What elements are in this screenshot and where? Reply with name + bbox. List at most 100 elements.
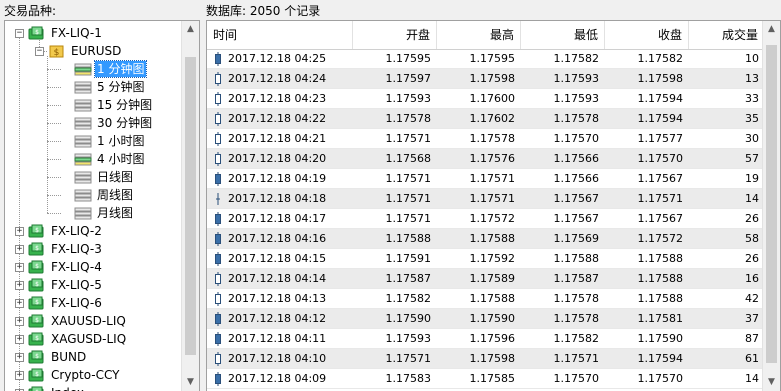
tree-item[interactable]: 周线图	[61, 186, 135, 204]
table-row[interactable]: 2017.12.18 04:19 1.17571 1.17571 1.17566 1.1…	[207, 169, 765, 189]
expand-icon[interactable]: +	[15, 244, 24, 254]
expand-icon[interactable]: +	[15, 352, 24, 362]
expand-icon[interactable]: +	[15, 298, 24, 308]
tree-item-label: XAGUSD-LIQ	[51, 332, 127, 346]
table-row[interactable]: 2017.12.18 04:15 1.17591 1.17592 1.17588 1.1…	[207, 249, 765, 269]
open-cell: 1.17593	[385, 332, 432, 345]
time-value: 2017.12.18 04:20	[228, 151, 327, 165]
table-row[interactable]: 2017.12.18 04:10 1.17571 1.17598 1.17571 1.1…	[207, 349, 765, 369]
tree-item[interactable]: + $ FX-LIQ-4	[15, 258, 104, 276]
tree-item[interactable]: 15 分钟图	[61, 96, 154, 114]
table-row[interactable]: 2017.12.18 04:13 1.17582 1.17588 1.17578 1.1…	[207, 289, 765, 309]
column-header[interactable]: 最低	[521, 21, 605, 49]
tree-item[interactable]: − $ FX-LIQ-1	[15, 24, 104, 42]
collapse-icon[interactable]: −	[15, 28, 24, 38]
high-cell: 1.17571	[469, 192, 516, 205]
tree-item-label: Crypto-CCY	[51, 368, 120, 382]
column-header[interactable]: 成交量	[689, 21, 765, 49]
column-header[interactable]: 最高	[437, 21, 521, 49]
quotes-table: 时间 开盘 最高 最低 收盘 成交量 2017.12.18 04:25 1.17595 1.1…	[206, 20, 781, 391]
tree-item[interactable]: + $ XAUUSD-LIQ	[15, 312, 128, 330]
tree-item[interactable]: 1 小时图	[61, 132, 146, 150]
table-row[interactable]: 2017.12.18 04:22 1.17578 1.17602 1.17578 1.1…	[207, 109, 765, 129]
tree-connector-hline	[47, 195, 61, 196]
tree-connector-hline	[47, 141, 61, 142]
column-header[interactable]: 时间	[207, 21, 353, 49]
tree-item[interactable]: +$Index	[15, 384, 86, 391]
tree-item[interactable]: + $ FX-LIQ-3	[15, 240, 104, 258]
table-row[interactable]: 2017.12.18 04:18 1.17571 1.17571 1.17567 1.1…	[207, 189, 765, 209]
open-cell: 1.17571	[385, 132, 432, 145]
tree-item[interactable]: 30 分钟图	[61, 114, 154, 132]
expand-icon[interactable]: +	[15, 316, 24, 326]
scroll-up-arrow-icon[interactable]: ▲	[182, 21, 199, 38]
tree-item-label: 月线图	[97, 206, 134, 220]
high-cell: 1.17578	[469, 132, 516, 145]
table-row[interactable]: 2017.12.18 04:17 1.17571 1.17572 1.17567 1.1…	[207, 209, 765, 229]
tree-item[interactable]: 月线图	[61, 204, 135, 222]
table-row[interactable]: 2017.12.18 04:24 1.17597 1.17598 1.17593 1.1…	[207, 69, 765, 89]
tree-item[interactable]: 1 分钟图	[61, 60, 148, 78]
table-row[interactable]: 2017.12.18 04:12 1.17590 1.17590 1.17578 1.1…	[207, 309, 765, 329]
time-cell: 2017.12.18 04:10	[207, 349, 353, 368]
tree-item[interactable]: + $ XAGUSD-LIQ	[15, 330, 128, 348]
expand-icon[interactable]: +	[15, 262, 24, 272]
table-row[interactable]: 2017.12.18 04:09 1.17583 1.17585 1.17570 1.1…	[207, 369, 765, 389]
table-row[interactable]: 2017.12.18 04:16 1.17588 1.17588 1.17569 1.1…	[207, 229, 765, 249]
column-header[interactable]: 收盘	[605, 21, 689, 49]
low-cell: 1.17578	[553, 112, 600, 125]
low-cell: 1.17569	[553, 232, 600, 245]
tree-item[interactable]: + $ Crypto-CCY	[15, 366, 122, 384]
table-row[interactable]: 2017.12.18 04:20 1.17568 1.17576 1.17566 1.1…	[207, 149, 765, 169]
volume-cell: 30	[745, 132, 759, 145]
tree-scrollbar[interactable]: ▲ ▼	[181, 21, 199, 391]
tree-item-label: 日线图	[97, 170, 134, 184]
low-cell: 1.17567	[553, 212, 600, 225]
expand-icon[interactable]: +	[15, 334, 24, 344]
tree-item-label: FX-LIQ-3	[51, 242, 102, 256]
tree-item[interactable]: + $ FX-LIQ-6	[15, 294, 104, 312]
timeframe-icon	[74, 207, 92, 220]
time-cell: 2017.12.18 04:22	[207, 109, 353, 128]
time-value: 2017.12.18 04:13	[228, 291, 327, 305]
tree-item[interactable]: + $ BUND	[15, 348, 88, 366]
scroll-up-arrow-icon[interactable]: ▲	[763, 21, 780, 38]
close-cell: 1.17581	[637, 312, 684, 325]
table-row[interactable]: 2017.12.18 04:21 1.17571 1.17578 1.17570 1.1…	[207, 129, 765, 149]
table-row[interactable]: 2017.12.18 04:11 1.17593 1.17596 1.17582 1.1…	[207, 329, 765, 349]
candle-bear-icon	[215, 251, 221, 266]
server-folder-icon: $	[28, 26, 44, 40]
low-cell: 1.17567	[553, 192, 600, 205]
high-cell: 1.17596	[469, 332, 516, 345]
time-value: 2017.12.18 04:21	[228, 131, 327, 145]
symbols-tree[interactable]: − $ FX-LIQ-1− $ EURUSD 1 分钟图 5 分钟图 15 分钟图 30 分钟图…	[4, 20, 200, 391]
tree-connector-vline	[47, 56, 48, 213]
tree-item[interactable]: − $ EURUSD	[35, 42, 123, 60]
column-header[interactable]: 开盘	[353, 21, 437, 49]
table-row[interactable]: 2017.12.18 04:25 1.17595 1.17595 1.17582 1.1…	[207, 49, 765, 69]
collapse-icon[interactable]: −	[35, 46, 44, 56]
table-row[interactable]: 2017.12.18 04:23 1.17593 1.17600 1.17593 1.1…	[207, 89, 765, 109]
volume-cell: 19	[745, 172, 759, 185]
server-folder-icon: $	[28, 332, 44, 346]
expand-icon[interactable]: +	[15, 370, 24, 380]
tree-item[interactable]: 5 分钟图	[61, 78, 146, 96]
scroll-down-arrow-icon[interactable]: ▼	[763, 374, 780, 391]
time-value: 2017.12.18 04:11	[228, 331, 327, 345]
tree-item[interactable]: + $ FX-LIQ-5	[15, 276, 104, 294]
time-cell: 2017.12.18 04:19	[207, 169, 353, 188]
tree-scroll-thumb[interactable]	[185, 57, 196, 355]
table-scroll-thumb[interactable]	[766, 45, 777, 363]
table-scrollbar[interactable]: ▲ ▼	[762, 21, 780, 391]
low-cell: 1.17578	[553, 312, 600, 325]
tree-item-label: 周线图	[97, 188, 134, 202]
expand-icon[interactable]: +	[15, 226, 24, 236]
svg-text:$: $	[35, 227, 39, 234]
tree-item[interactable]: 日线图	[61, 168, 135, 186]
expand-icon[interactable]: +	[15, 280, 24, 290]
tree-item[interactable]: + $ FX-LIQ-2	[15, 222, 104, 240]
table-row[interactable]: 2017.12.18 04:14 1.17587 1.17589 1.17587 1.1…	[207, 269, 765, 289]
candle-bear-icon	[215, 51, 221, 66]
tree-item[interactable]: 4 小时图	[61, 150, 146, 168]
scroll-down-arrow-icon[interactable]: ▼	[182, 374, 199, 391]
